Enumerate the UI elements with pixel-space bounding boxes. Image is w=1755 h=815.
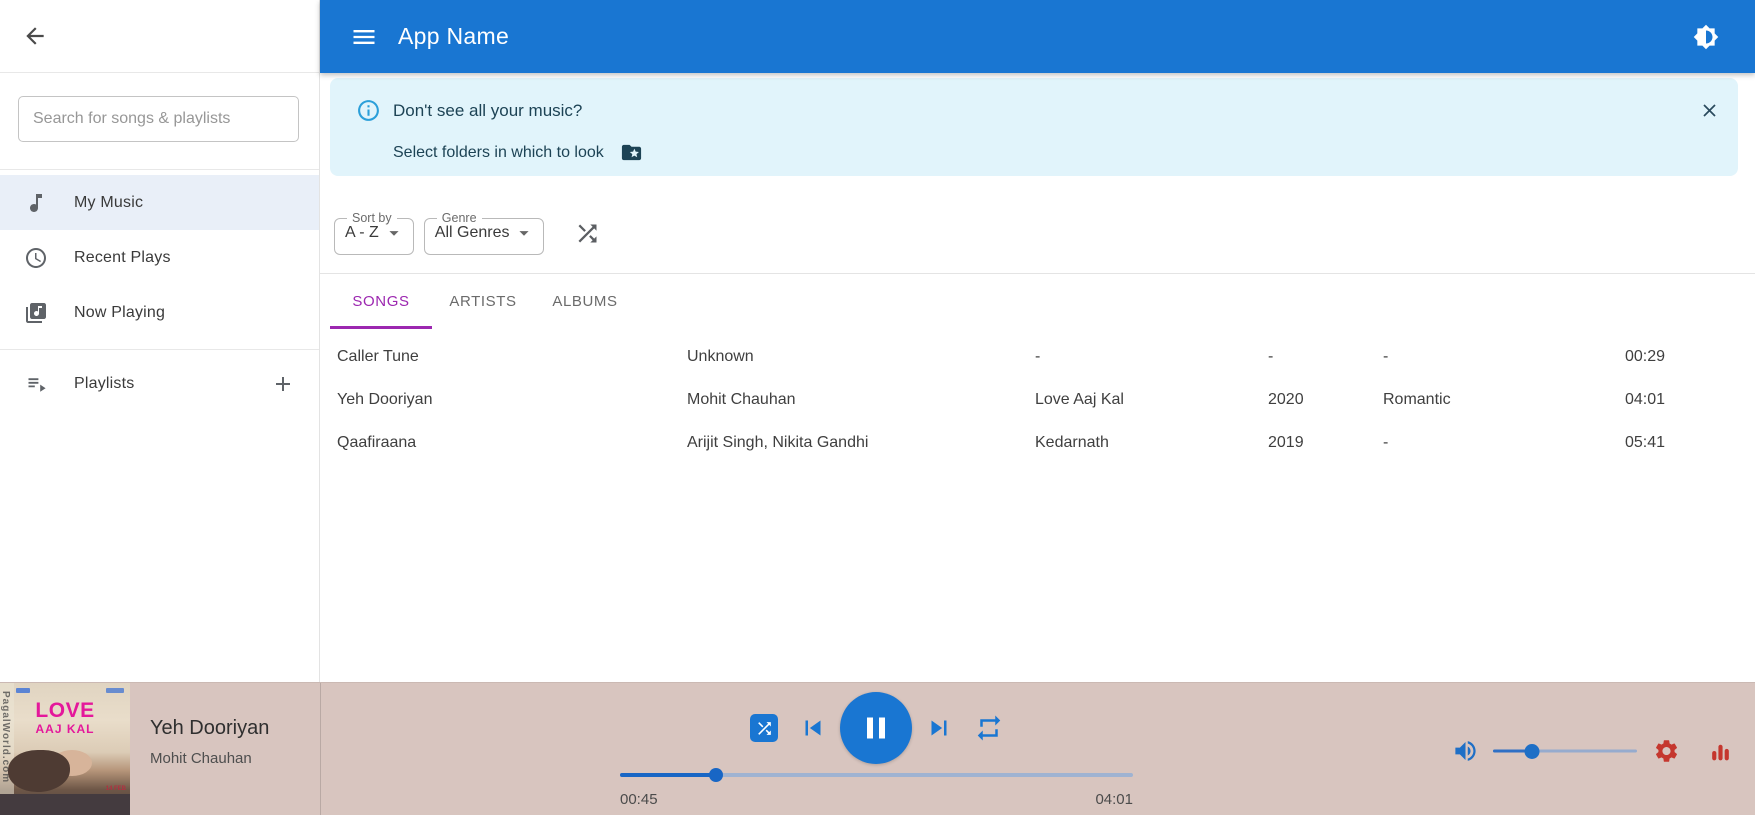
track-title: Yeh Dooriyan — [150, 717, 270, 739]
song-artist: Mohit Chauhan — [687, 390, 796, 408]
sidebar-item-label: My Music — [74, 193, 144, 211]
table-row[interactable]: Caller Tune Unknown - - - 00:29 — [320, 335, 1755, 378]
album-art-title: LOVE — [35, 699, 95, 722]
info-icon — [356, 98, 381, 123]
album-art-watermark: PagalWorld.com — [0, 691, 11, 784]
genre-select[interactable]: Genre All Genres — [423, 211, 545, 255]
table-row[interactable]: Yeh Dooriyan Mohit Chauhan Love Aaj Kal … — [320, 378, 1755, 421]
clock-icon — [24, 246, 48, 270]
add-playlist-button[interactable] — [271, 372, 295, 396]
volume-icon[interactable] — [1452, 738, 1479, 765]
genre-value: All Genres — [434, 224, 510, 241]
song-album: Kedarnath — [1035, 433, 1109, 451]
dark-mode-toggle-icon[interactable] — [1693, 24, 1719, 50]
playback-controls — [750, 692, 1004, 764]
previous-track-icon[interactable] — [798, 713, 828, 743]
banner-action-label: Select folders in which to look — [393, 143, 604, 161]
music-folders-banner: Don't see all your music? Select folders… — [330, 78, 1738, 176]
song-artist: Unknown — [687, 347, 754, 365]
tab-songs[interactable]: SONGS — [330, 274, 432, 329]
volume-slider-thumb[interactable] — [1524, 743, 1540, 759]
sidebar-item-recent-plays[interactable]: Recent Plays — [0, 230, 319, 285]
sidebar-nav: My Music Recent Plays Now Playing Playli — [0, 175, 319, 413]
sort-by-select[interactable]: Sort by A - Z — [334, 211, 414, 255]
song-duration: 00:29 — [1625, 347, 1666, 365]
next-track-icon[interactable] — [924, 713, 954, 743]
sidebar-item-label: Now Playing — [74, 303, 166, 321]
back-arrow-icon[interactable] — [22, 23, 48, 49]
track-artist: Mohit Chauhan — [150, 750, 252, 767]
total-time: 04:01 — [1095, 791, 1133, 808]
time-display: 00:45 04:01 — [620, 791, 1133, 808]
equalizer-icon[interactable] — [1708, 739, 1733, 764]
song-album: Love Aaj Kal — [1035, 390, 1124, 408]
song-title: Qaafiraana — [337, 433, 417, 451]
divider — [0, 349, 319, 350]
gear-icon[interactable] — [1653, 738, 1680, 765]
folder-special-icon — [620, 141, 643, 164]
sidebar-item-label: Recent Plays — [74, 248, 171, 266]
song-genre: - — [1383, 347, 1389, 365]
shuffle-icon[interactable] — [574, 220, 601, 247]
elapsed-time: 00:45 — [620, 791, 658, 808]
main-content: Don't see all your music? Select folders… — [320, 73, 1755, 682]
sidebar-item-my-music[interactable]: My Music — [0, 175, 319, 230]
song-duration: 04:01 — [1625, 390, 1666, 408]
now-playing-info: Yeh Dooriyan Mohit Chauhan — [150, 717, 269, 767]
song-year: - — [1268, 347, 1274, 365]
sidebar-item-now-playing[interactable]: Now Playing — [0, 285, 319, 340]
song-artist: Arijit Singh, Nikita Gandhi — [687, 433, 869, 451]
tab-albums[interactable]: ALBUMS — [534, 274, 636, 329]
volume-controls — [1452, 738, 1733, 765]
playlist-icon — [24, 372, 48, 396]
sidebar-item-label: Playlists — [74, 375, 135, 392]
divider — [0, 169, 319, 170]
song-list: Caller Tune Unknown - - - 00:29 Yeh Door… — [320, 335, 1755, 464]
song-title: Yeh Dooriyan — [337, 390, 433, 408]
search-input[interactable] — [18, 96, 299, 142]
music-note-icon — [24, 191, 48, 215]
seek-slider[interactable] — [620, 768, 1133, 782]
divider — [320, 683, 321, 815]
seek-slider-thumb[interactable] — [708, 768, 723, 782]
sidebar-item-playlists[interactable]: Playlists — [0, 355, 319, 413]
search-container — [0, 73, 319, 142]
volume-slider[interactable] — [1493, 743, 1637, 759]
sidebar-top-bar — [0, 0, 319, 73]
select-folders-action[interactable]: Select folders in which to look — [393, 141, 643, 164]
menu-icon[interactable] — [350, 23, 378, 51]
song-title: Caller Tune — [337, 347, 419, 365]
shuffle-toggle-icon[interactable] — [750, 714, 778, 742]
pause-button[interactable] — [840, 692, 912, 764]
sort-by-value: A - Z — [345, 224, 379, 241]
album-art-subtitle: AAJ KAL — [35, 722, 95, 736]
album-art-caption: 14 FEB — [105, 786, 126, 792]
seek-slider-fill — [620, 773, 716, 777]
close-icon[interactable] — [1699, 100, 1720, 121]
album-art: LOVE AAJ KAL PagalWorld.com 14 FEB — [0, 683, 130, 815]
page-title: App Name — [398, 23, 510, 49]
song-genre: Romantic — [1383, 390, 1451, 408]
library-music-icon — [24, 301, 48, 325]
song-year: 2019 — [1268, 433, 1304, 451]
list-toolbar: Sort by A - Z Genre All Genres — [334, 211, 601, 255]
song-genre: - — [1383, 433, 1389, 451]
chevron-down-icon — [383, 222, 405, 244]
library-tabs: SONGS ARTISTS ALBUMS — [330, 274, 636, 329]
player-bar: LOVE AAJ KAL PagalWorld.com 14 FEB Yeh D… — [0, 682, 1755, 815]
genre-label: Genre — [441, 211, 477, 225]
music-app: My Music Recent Plays Now Playing Playli — [0, 0, 1755, 815]
banner-title: Don't see all your music? — [393, 101, 583, 120]
tab-artists[interactable]: ARTISTS — [432, 274, 534, 329]
app-header: App Name — [320, 0, 1755, 73]
table-row[interactable]: Qaafiraana Arijit Singh, Nikita Gandhi K… — [320, 421, 1755, 464]
repeat-icon[interactable] — [974, 713, 1004, 743]
song-year: 2020 — [1268, 390, 1304, 408]
chevron-down-icon — [513, 222, 535, 244]
sidebar: My Music Recent Plays Now Playing Playli — [0, 0, 320, 682]
song-duration: 05:41 — [1625, 433, 1666, 451]
song-album: - — [1035, 347, 1041, 365]
